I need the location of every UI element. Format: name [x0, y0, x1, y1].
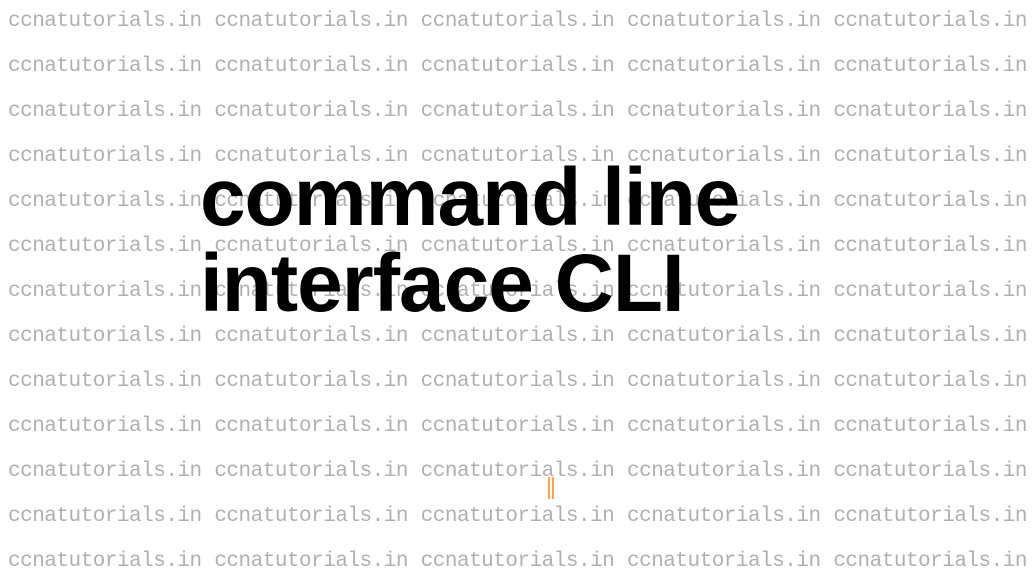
watermark-text: ccnatutorials.in — [8, 370, 202, 393]
watermark-text: ccnatutorials.in — [627, 550, 821, 573]
watermark-text: ccnatutorials.in — [8, 325, 202, 348]
watermark-text: ccnatutorials.in — [421, 55, 615, 78]
watermark-text: ccnatutorials.in — [833, 325, 1027, 348]
watermark-text: ccnatutorials.in — [833, 460, 1027, 483]
watermark-row: ccnatutorials.in ccnatutorials.in ccnatuto… — [8, 460, 1027, 483]
watermark-text: ccnatutorials.in — [421, 100, 615, 123]
watermark-text: ccnatutorials.in — [627, 100, 821, 123]
watermark-text: ccnatutorials.in — [214, 415, 408, 438]
watermark-text: ccnatutorials.in — [833, 550, 1027, 573]
watermark-text: ccnatutorials.in — [8, 55, 202, 78]
watermark-text: ccnatutorials.in — [421, 550, 615, 573]
watermark-text: ccnatutorials.in — [833, 100, 1027, 123]
watermark-row: ccnatutorials.in ccnatutorials.in ccnatuto… — [8, 505, 1027, 528]
watermark-text: ccnatutorials.in — [214, 505, 408, 528]
watermark-text: ccnatutorials.in — [8, 415, 202, 438]
watermark-text: ccnatutorials.in — [8, 235, 202, 258]
watermark-text: ccnatutorials.in — [833, 415, 1027, 438]
watermark-text: ccnatutorials.in — [833, 280, 1027, 303]
watermark-row: ccnatutorials.in ccnatutorials.in ccnatuto… — [8, 415, 1027, 438]
watermark-text: ccnatutorials.in — [8, 190, 202, 213]
cursor-icon — [548, 477, 554, 499]
watermark-text: ccnatutorials.in — [421, 460, 615, 483]
watermark-text: ccnatutorials.in — [627, 415, 821, 438]
watermark-text: ccnatutorials.in — [627, 10, 821, 33]
watermark-text: ccnatutorials.in — [627, 370, 821, 393]
watermark-row: ccnatutorials.in ccnatutorials.in ccnatuto… — [8, 550, 1027, 573]
watermark-text: ccnatutorials.in — [627, 55, 821, 78]
watermark-row: ccnatutorials.in ccnatutorials.in ccnatuto… — [8, 100, 1027, 123]
watermark-text: ccnatutorials.in — [421, 415, 615, 438]
title-overlay: command line interface CLI — [200, 155, 739, 327]
watermark-text: ccnatutorials.in — [214, 460, 408, 483]
watermark-text: ccnatutorials.in — [8, 280, 202, 303]
watermark-text: ccnatutorials.in — [214, 55, 408, 78]
watermark-text: ccnatutorials.in — [214, 550, 408, 573]
watermark-text: ccnatutorials.in — [8, 550, 202, 573]
watermark-row: ccnatutorials.in ccnatutorials.in ccnatuto… — [8, 10, 1027, 33]
watermark-text: ccnatutorials.in — [833, 145, 1027, 168]
watermark-text: ccnatutorials.in — [833, 370, 1027, 393]
watermark-row: ccnatutorials.in ccnatutorials.in ccnatuto… — [8, 55, 1027, 78]
watermark-text: ccnatutorials.in — [214, 370, 408, 393]
watermark-text: ccnatutorials.in — [8, 100, 202, 123]
title-line-1: command line — [200, 155, 739, 241]
watermark-text: ccnatutorials.in — [214, 10, 408, 33]
watermark-text: ccnatutorials.in — [833, 190, 1027, 213]
watermark-text: ccnatutorials.in — [627, 505, 821, 528]
watermark-text: ccnatutorials.in — [833, 10, 1027, 33]
watermark-text: ccnatutorials.in — [833, 235, 1027, 258]
title-line-2: interface CLI — [200, 241, 739, 327]
watermark-text: ccnatutorials.in — [8, 10, 202, 33]
watermark-text: ccnatutorials.in — [421, 10, 615, 33]
watermark-text: ccnatutorials.in — [833, 55, 1027, 78]
watermark-text: ccnatutorials.in — [421, 505, 615, 528]
watermark-text: ccnatutorials.in — [833, 505, 1027, 528]
watermark-text: ccnatutorials.in — [214, 100, 408, 123]
watermark-text: ccnatutorials.in — [627, 460, 821, 483]
watermark-text: ccnatutorials.in — [421, 370, 615, 393]
watermark-row: ccnatutorials.in ccnatutorials.in ccnatuto… — [8, 370, 1027, 393]
watermark-text: ccnatutorials.in — [8, 145, 202, 168]
watermark-text: ccnatutorials.in — [8, 460, 202, 483]
watermark-text: ccnatutorials.in — [8, 505, 202, 528]
